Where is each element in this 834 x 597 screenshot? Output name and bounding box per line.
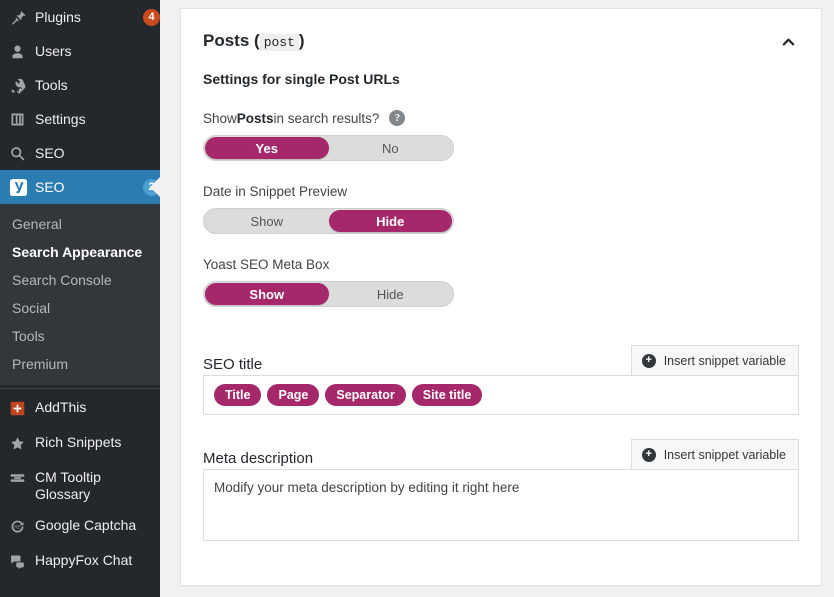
- help-icon[interactable]: ?: [389, 110, 405, 126]
- date-snippet-toggle[interactable]: Show Hide: [203, 208, 454, 234]
- search-icon: [9, 145, 35, 162]
- show-in-search-label: Show Posts in search results? ?: [203, 110, 799, 126]
- sidebar-item-label: Google Captcha: [35, 517, 154, 534]
- snippet-variable-tag[interactable]: Title: [214, 384, 261, 406]
- meta-description-block: Meta description + Insert snippet variab…: [203, 439, 799, 541]
- meta-description-label: Meta description: [203, 449, 313, 469]
- sidebar-item-label: Users: [35, 44, 160, 58]
- snippet-variable-tag[interactable]: Separator: [325, 384, 405, 406]
- star-icon: [9, 435, 35, 455]
- label-text: Yoast SEO Meta Box: [203, 257, 329, 272]
- sidebar-item-label: SEO: [35, 146, 160, 160]
- toggle-option-hide[interactable]: Hide: [329, 283, 453, 305]
- label-text-suffix: in search results?: [274, 111, 380, 126]
- sidebar-subitem-tools[interactable]: Tools: [0, 322, 160, 350]
- snippet-variable-tag[interactable]: Page: [267, 384, 319, 406]
- active-menu-arrow: [146, 170, 160, 204]
- sidebar-item-settings[interactable]: Settings: [0, 102, 160, 136]
- spacer: [203, 307, 799, 341]
- toggle-option-yes[interactable]: Yes: [205, 137, 329, 159]
- seo-title-label: SEO title: [203, 355, 262, 375]
- sidebar-divider: [0, 388, 160, 389]
- post-type-slug: post: [260, 34, 299, 51]
- seo-submenu: General Search Appearance Search Console…: [0, 204, 160, 385]
- plugins-update-badge: 4: [143, 9, 160, 26]
- sidebar-item-label: Settings: [35, 112, 160, 126]
- toggle-option-no[interactable]: No: [329, 137, 453, 159]
- insert-button-label: Insert snippet variable: [664, 448, 786, 462]
- label-text-prefix: Show: [203, 111, 237, 126]
- sidebar-item-label: Plugins: [35, 10, 136, 24]
- sidebar-item-label: SEO: [35, 180, 136, 194]
- toggle-option-show[interactable]: Show: [205, 210, 329, 232]
- settings-sliders-icon: [9, 111, 35, 128]
- sidebar-subitem-search-appearance[interactable]: Search Appearance: [0, 238, 160, 266]
- sidebar-subitem-social[interactable]: Social: [0, 294, 160, 322]
- insert-snippet-variable-button-title[interactable]: + Insert snippet variable: [631, 345, 799, 375]
- chevron-up-icon[interactable]: [777, 31, 799, 53]
- sidebar-item-label: CM Tooltip Glossary: [35, 469, 154, 503]
- plus-circle-icon: +: [642, 448, 656, 462]
- sidebar-item-rich-snippets[interactable]: Rich Snippets: [0, 427, 160, 462]
- admin-sidebar: Plugins 4 Users Tools: [0, 0, 160, 597]
- meta-box-label: Yoast SEO Meta Box: [203, 257, 799, 272]
- toggle-option-show[interactable]: Show: [205, 283, 329, 305]
- meta-description-input[interactable]: Modify your meta description by editing …: [203, 469, 799, 541]
- sidebar-item-google-captcha[interactable]: RE Google Captcha: [0, 510, 160, 545]
- plugin-icon: [9, 9, 35, 26]
- post-type-settings-card: Posts (post) Settings for single Post UR…: [180, 8, 822, 586]
- sidebar-item-label: Rich Snippets: [35, 434, 154, 451]
- plus-circle-icon: +: [642, 354, 656, 368]
- sidebar-item-cm-tooltip-glossary[interactable]: CM Tooltip Glossary: [0, 462, 160, 510]
- chat-bubbles-icon: [9, 553, 35, 573]
- meta-description-header: Meta description + Insert snippet variab…: [203, 439, 799, 469]
- date-snippet-label: Date in Snippet Preview: [203, 184, 799, 199]
- insert-button-label: Insert snippet variable: [664, 354, 786, 368]
- section-heading: Settings for single Post URLs: [203, 71, 799, 87]
- glossary-lines-icon: [9, 470, 35, 490]
- sidebar-item-plugins[interactable]: Plugins 4: [0, 0, 160, 34]
- yoast-logo-icon: [9, 178, 35, 197]
- users-icon: [9, 43, 35, 60]
- sidebar-item-label: Tools: [35, 78, 160, 92]
- toggle-option-hide[interactable]: Hide: [329, 210, 453, 232]
- panel-header: Posts (post): [203, 31, 799, 53]
- sidebar-subitem-general[interactable]: General: [0, 210, 160, 238]
- sidebar-item-addthis[interactable]: AddThis: [0, 392, 160, 427]
- sidebar-subitem-search-console[interactable]: Search Console: [0, 266, 160, 294]
- seo-title-input[interactable]: Title Page Separator Site title: [203, 375, 799, 415]
- seo-title-header: SEO title + Insert snippet variable: [203, 345, 799, 375]
- sidebar-item-tools[interactable]: Tools: [0, 68, 160, 102]
- wrench-icon: [9, 77, 35, 94]
- panel-title-prefix: Posts (: [203, 31, 260, 50]
- insert-snippet-variable-button-description[interactable]: + Insert snippet variable: [631, 439, 799, 469]
- recaptcha-icon: RE: [9, 518, 35, 538]
- snippet-variable-tag[interactable]: Site title: [412, 384, 483, 406]
- sidebar-item-seo-search[interactable]: SEO: [0, 136, 160, 170]
- meta-description-value: Modify your meta description by editing …: [214, 479, 519, 497]
- seo-title-block: SEO title + Insert snippet variable Titl…: [203, 345, 799, 415]
- panel-title-suffix: ): [299, 31, 305, 50]
- addthis-plus-icon: [9, 400, 35, 420]
- sidebar-item-label: AddThis: [35, 399, 154, 416]
- sidebar-subitem-premium[interactable]: Premium: [0, 350, 160, 378]
- sidebar-item-happyfox-chat[interactable]: HappyFox Chat: [0, 545, 160, 580]
- label-text: Date in Snippet Preview: [203, 184, 347, 199]
- sidebar-item-users[interactable]: Users: [0, 34, 160, 68]
- show-in-search-toggle[interactable]: Yes No: [203, 135, 454, 161]
- page-title: Posts (post): [203, 31, 305, 53]
- admin-screen: Plugins 4 Users Tools: [0, 0, 834, 597]
- sidebar-item-yoast-seo[interactable]: SEO 2: [0, 170, 160, 204]
- sidebar-item-label: HappyFox Chat: [35, 552, 154, 569]
- label-text-bold: Posts: [237, 111, 274, 126]
- svg-text:RE: RE: [14, 525, 20, 530]
- meta-box-toggle[interactable]: Show Hide: [203, 281, 454, 307]
